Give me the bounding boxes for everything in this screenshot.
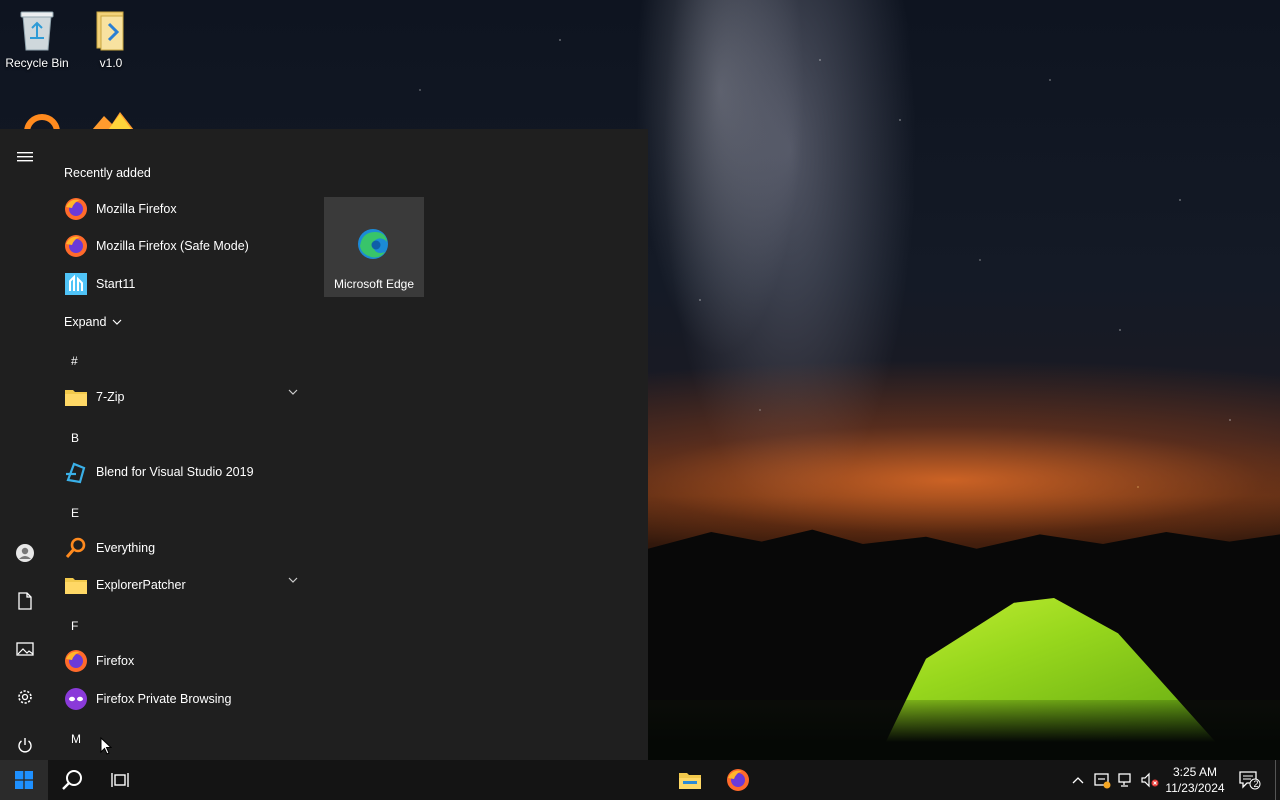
volume-muted-icon[interactable] [1140,770,1160,790]
search-icon [62,770,82,790]
mouse-cursor-icon [100,736,113,760]
recycle-bin-icon [17,8,57,52]
app-item-firefox-private-browsing[interactable]: Firefox Private Browsing [50,681,310,717]
taskbar: 3:25 AM 11/23/2024 2 [0,760,1280,800]
chevron-up-icon[interactable] [1068,770,1088,790]
security-icon[interactable] [1092,770,1112,790]
show-desktop-button[interactable] [1275,760,1280,800]
task-view-icon [111,773,129,787]
app-item-mozilla-firefox[interactable]: Mozilla Firefox [50,191,310,227]
blend-icon [64,460,88,484]
power-icon[interactable] [0,725,50,765]
app-item-label: Blend for Visual Studio 2019 [96,465,254,479]
chevron-down-icon[interactable] [288,389,298,395]
app-item-blend[interactable]: Blend for Visual Studio 2019 [50,454,310,490]
wallpaper-foreground [648,700,1280,760]
clock-time: 3:25 AM [1172,765,1218,779]
expand-button[interactable]: Expand [64,315,122,329]
app-list: Recently added Mozilla Firefox Mozilla F… [50,129,320,760]
firefox-icon [64,649,88,673]
app-item-start11[interactable]: Start11 [50,266,310,302]
letter-header-m[interactable]: M [71,732,81,746]
expand-label: Expand [64,315,107,329]
app-item-explorerpatcher[interactable]: ExplorerPatcher [50,567,310,603]
app-item-everything[interactable]: Everything [50,530,310,566]
hamburger-icon[interactable] [0,137,50,177]
start11-icon [64,272,88,296]
edge-icon [356,227,390,266]
notification-center-button[interactable]: 2 [1238,770,1262,790]
app-item-mozilla-firefox-safe-mode[interactable]: Mozilla Firefox (Safe Mode) [50,228,310,264]
firefox-icon [64,234,88,258]
taskbar-firefox[interactable] [714,760,762,800]
chevron-down-icon [112,319,122,325]
app-item-label: Firefox [96,654,135,668]
firefox-icon [64,197,88,221]
letter-header-b[interactable]: B [71,431,79,445]
network-icon[interactable] [1116,770,1136,790]
notification-count-badge: 2 [1253,779,1259,789]
recently-added-header: Recently added [64,166,151,180]
app-item-7-zip[interactable]: 7-Zip [50,379,310,415]
app-item-label: ExplorerPatcher [96,578,186,592]
tile-label: Microsoft Edge [333,277,415,291]
user-icon[interactable] [0,533,50,573]
app-item-label: Start11 [96,277,136,291]
taskbar-file-explorer[interactable] [666,760,714,800]
app-item-label: Mozilla Firefox [96,202,177,216]
app-item-label: Everything [96,541,156,555]
firefox-icon [727,769,749,791]
chevron-down-icon[interactable] [288,577,298,583]
desktop-icon-recycle-bin[interactable]: Recycle Bin [0,8,74,70]
letter-header-e[interactable]: E [71,506,79,520]
letter-header-hash[interactable]: # [71,354,78,368]
firefox-private-icon [64,687,88,711]
settings-icon[interactable] [0,677,50,717]
tile-microsoft-edge[interactable]: Microsoft Edge [324,197,424,297]
search-button[interactable] [48,760,96,800]
app-item-label: Firefox Private Browsing [96,692,232,706]
desktop-icon-v1[interactable]: v1.0 [74,8,148,70]
app-item-label: Mozilla Firefox (Safe Mode) [96,239,249,253]
task-view-button[interactable] [96,760,144,800]
start-button[interactable] [0,760,48,800]
letter-header-f[interactable]: F [71,619,78,633]
documents-icon[interactable] [0,581,50,621]
clock[interactable]: 3:25 AM 11/23/2024 [1160,764,1230,796]
pictures-icon[interactable] [0,629,50,669]
folder-icon [64,385,88,409]
file-explorer-icon [679,773,701,789]
start-menu-rail [0,129,50,760]
app-item-label: 7-Zip [96,390,125,404]
windows-logo-icon [15,771,33,789]
desktop-icon-label: Recycle Bin [5,56,69,70]
folder-icon [64,573,88,597]
folder-shortcut-icon [91,8,131,52]
desktop-icon-label: v1.0 [99,56,123,70]
everything-icon [64,536,88,560]
app-item-firefox[interactable]: Firefox [50,643,310,679]
start-menu: Recently added Mozilla Firefox Mozilla F… [0,129,648,760]
clock-date: 11/23/2024 [1165,781,1225,795]
